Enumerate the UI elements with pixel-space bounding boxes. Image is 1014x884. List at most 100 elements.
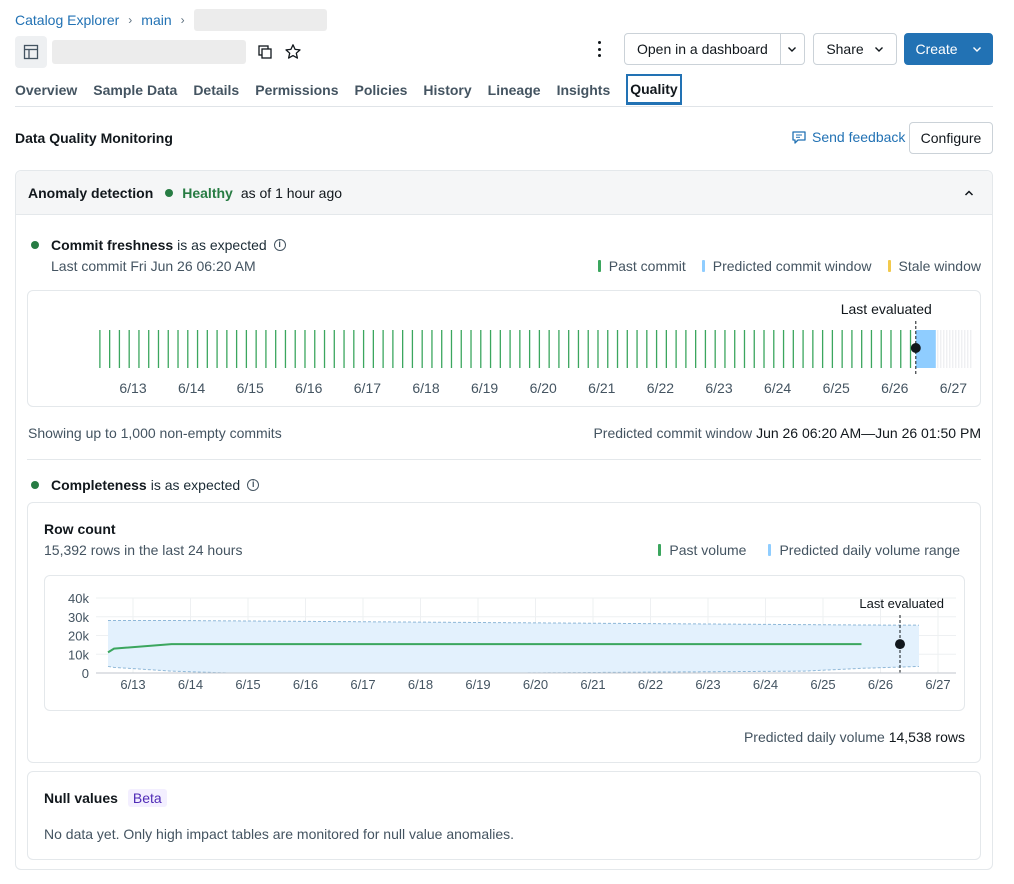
y-tick-label: 10k [68,647,89,662]
status-dot [165,188,174,197]
x-tick-label: 6/26 [881,380,908,396]
tab-quality[interactable]: Quality [626,74,682,105]
last-commit-text: Last commit Fri Jun 26 06:20 AM [51,258,256,274]
legend-predicted-commit-window: Predicted commit window [701,258,872,274]
null-values-heading: Null values Beta [44,789,167,807]
row-count-chart: Last evaluated 0 10k 20k 30k 40k 6/13 6/14 6/15 6… [68,591,956,692]
freshness-legend: Past commit Predicted commit window Stal… [597,258,981,274]
x-tick-label: 6/15 [237,380,264,396]
anomaly-detection-title: Anomaly detection [28,184,154,201]
x-tick-label: 6/21 [580,677,605,692]
y-tick-label: 20k [68,629,89,644]
freshness-footer-left: Showing up to 1,000 non-empty commits [28,425,282,441]
last-evaluated-point [910,343,921,353]
tab-details[interactable]: Details [185,74,247,106]
divider [27,459,981,460]
freshness-chart: Last evaluated 6/13 6/14 6/15 6/16 6/17 6/18 6/… [99,301,972,396]
x-tick-label: 6/18 [408,677,433,692]
create-button[interactable]: Create [904,33,993,65]
freshness-title: Commit freshness [51,237,174,253]
freshness-heading: Commit freshness is as expected i [31,237,286,253]
breadcrumb-schema-redacted[interactable] [193,9,327,31]
last-evaluated-point [895,639,905,650]
share-button[interactable]: Share [813,33,897,65]
x-tick-label: 6/22 [638,677,663,692]
dqm-title: Data Quality Monitoring [15,130,173,146]
tab-sample-data[interactable]: Sample Data [85,74,185,106]
x-tick-label: 6/20 [523,677,548,692]
freshness-footer-right: Predicted commit window Jun 26 06:20 AM—… [593,425,981,441]
tab-history[interactable]: History [415,74,479,106]
speech-bubble-icon [792,131,806,144]
breadcrumb-catalog-explorer[interactable]: Catalog Explorer [15,12,119,28]
y-tick-label: 0 [82,666,89,681]
x-tick-label: 6/26 [868,677,893,692]
x-tick-label: 6/16 [295,380,322,396]
send-feedback-link[interactable]: Send feedback [791,129,905,145]
beta-badge: Beta [127,789,167,807]
open-in-dashboard-button[interactable]: Open in a dashboard [625,34,781,64]
x-tick-label: 6/24 [764,380,791,396]
y-tick-label: 30k [68,610,89,625]
x-tick-label: 6/22 [647,380,674,396]
y-tick-label: 40k [68,591,89,606]
tab-overview[interactable]: Overview [15,74,85,106]
chevron-down-icon [874,47,883,52]
completeness-title: Completeness [51,477,147,493]
legend-stale-window: Stale window [887,258,981,274]
x-tick-label: 6/14 [178,677,203,692]
legend-predicted-volume-range: Predicted daily volume range [768,542,960,558]
kebab-menu-icon[interactable] [594,41,604,57]
star-icon[interactable] [284,43,302,61]
tab-bar: Overview Sample Data Details Permissions… [15,74,993,107]
x-tick-label: 6/20 [530,380,557,396]
x-tick-label: 6/17 [354,380,381,396]
open-in-dashboard-button-group: Open in a dashboard [624,33,805,65]
anomaly-detection-header[interactable]: Anomaly detection Healthy as of 1 hour a… [16,171,992,215]
breadcrumb: Catalog Explorer › main › [15,9,327,31]
tab-permissions[interactable]: Permissions [247,74,346,106]
x-tick-label: 6/24 [753,677,778,692]
chevron-right-icon: › [180,13,185,27]
x-tick-label: 6/13 [119,380,146,396]
status-dot [31,481,39,489]
table-icon [15,36,47,68]
info-icon[interactable]: i [247,479,260,491]
share-label: Share [826,41,864,57]
x-tick-label: 6/14 [178,380,205,396]
null-values-card [27,771,981,860]
row-count-title: Row count [44,521,116,537]
x-tick-label: 6/15 [235,677,260,692]
status-dot [31,241,39,249]
x-tick-label: 6/19 [465,677,490,692]
info-icon[interactable]: i [273,239,286,251]
x-tick-label: 6/25 [823,380,850,396]
tab-lineage[interactable]: Lineage [480,74,549,106]
x-tick-label: 6/23 [705,380,732,396]
x-tick-label: 6/27 [925,677,950,692]
row-count-legend: Past volume Predicted daily volume range [658,542,960,558]
x-tick-label: 6/23 [695,677,720,692]
completeness-heading: Completeness is as expected i [31,477,260,493]
create-label: Create [915,41,958,57]
row-count-subtitle: 15,392 rows in the last 24 hours [44,542,243,558]
completeness-status: is as expected [150,477,241,493]
copy-icon[interactable] [257,44,273,60]
x-tick-label: 6/16 [293,677,318,692]
legend-past-commit: Past commit [597,258,686,274]
freshness-status: is as expected [177,237,267,253]
breadcrumb-main[interactable]: main [141,12,171,28]
x-tick-label: 6/21 [588,380,615,396]
null-values-message: No data yet. Only high impact tables are… [44,826,515,842]
chevron-up-icon[interactable] [963,186,975,198]
null-values-title: Null values [44,790,118,806]
configure-button[interactable]: Configure [909,122,993,154]
last-evaluated-label: Last evaluated [859,596,944,611]
tab-policies[interactable]: Policies [347,74,416,106]
table-name-redacted [52,40,246,64]
tab-insights[interactable]: Insights [549,74,619,106]
predicted-volume-footer: Predicted daily volume 14,538 rows [743,729,965,745]
last-evaluated-label: Last evaluated [841,301,932,317]
chevron-down-icon [972,47,981,52]
chevron-down-icon[interactable] [781,44,804,54]
